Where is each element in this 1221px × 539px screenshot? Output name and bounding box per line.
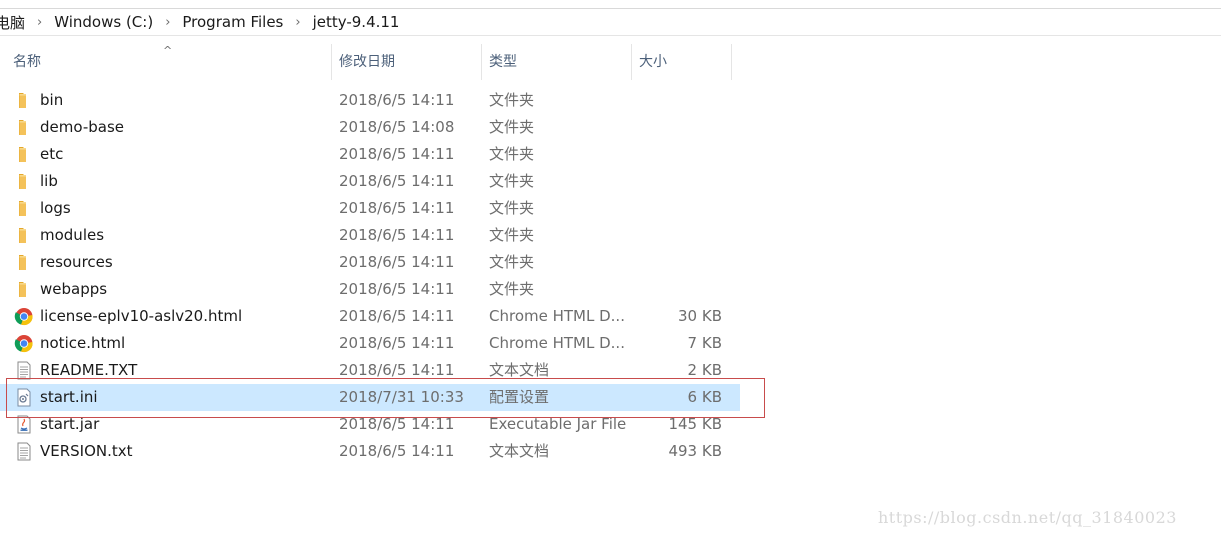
chevron-right-icon[interactable]: ›	[286, 15, 309, 30]
file-name: etc	[40, 145, 64, 163]
folder-icon	[14, 145, 34, 164]
file-modified-date: 2018/6/5 14:11	[339, 253, 455, 271]
folder-icon	[14, 91, 34, 110]
address-bar[interactable]: 电脑 › Windows (C:) › Program Files › jett…	[0, 0, 1221, 36]
folder-icon	[14, 172, 34, 191]
file-modified-date: 2018/6/5 14:11	[339, 334, 455, 352]
breadcrumb: 电脑 › Windows (C:) › Program Files › jett…	[0, 10, 402, 34]
column-divider[interactable]	[731, 44, 732, 80]
file-row[interactable]: resources 2018/6/5 14:11 文件夹	[0, 249, 740, 276]
file-type: 文件夹	[489, 145, 535, 163]
chrome-icon	[14, 334, 34, 353]
chevron-right-icon[interactable]: ›	[156, 15, 179, 30]
column-header-size[interactable]: 大小	[631, 44, 731, 80]
file-row[interactable]: license-eplv10-aslv20.html 2018/6/5 14:11…	[0, 303, 740, 330]
file-modified-date: 2018/6/5 14:11	[339, 280, 455, 298]
file-type: 文件夹	[489, 253, 535, 271]
file-type: 文件夹	[489, 226, 535, 244]
file-modified-date: 2018/6/5 14:11	[339, 145, 455, 163]
watermark: https://blog.csdn.net/qq_31840023	[878, 508, 1177, 527]
file-modified-date: 2018/6/5 14:11	[339, 199, 455, 217]
file-row[interactable]: modules 2018/6/5 14:11 文件夹	[0, 222, 740, 249]
file-name: lib	[40, 172, 58, 190]
breadcrumb-item-program-files[interactable]: Program Files	[179, 13, 286, 31]
file-row[interactable]: VERSION.txt 2018/6/5 14:11 文本文档 493 KB	[0, 438, 740, 465]
file-row[interactable]: lib 2018/6/5 14:11 文件夹	[0, 168, 740, 195]
file-modified-date: 2018/6/5 14:11	[339, 226, 455, 244]
file-size: 493 KB	[668, 442, 722, 460]
file-modified-date: 2018/6/5 14:08	[339, 118, 455, 136]
file-name: webapps	[40, 280, 108, 298]
file-type: 文件夹	[489, 199, 535, 217]
folder-icon	[14, 253, 34, 272]
file-modified-date: 2018/6/5 14:11	[339, 307, 455, 325]
breadcrumb-item-computer[interactable]: 电脑	[0, 12, 28, 33]
highlight-box	[6, 378, 765, 418]
folder-icon	[14, 280, 34, 299]
file-name: license-eplv10-aslv20.html	[40, 307, 243, 325]
chevron-right-icon[interactable]: ›	[28, 15, 51, 30]
column-header-date[interactable]: 修改日期	[331, 44, 481, 80]
file-name: resources	[40, 253, 113, 271]
file-name: demo-base	[40, 118, 124, 136]
file-explorer-window: 电脑 › Windows (C:) › Program Files › jett…	[0, 0, 1221, 539]
folder-icon	[14, 118, 34, 137]
column-header-type[interactable]: 类型	[481, 44, 631, 80]
file-name: modules	[40, 226, 105, 244]
file-size: 30 KB	[678, 307, 722, 325]
chrome-icon	[14, 307, 34, 326]
file-name: logs	[40, 199, 71, 217]
column-header-row: 名称 修改日期 类型 大小	[0, 44, 740, 80]
file-row[interactable]: logs 2018/6/5 14:11 文件夹	[0, 195, 740, 222]
file-row[interactable]: webapps 2018/6/5 14:11 文件夹	[0, 276, 740, 303]
file-name: bin	[40, 91, 64, 109]
file-row[interactable]: etc 2018/6/5 14:11 文件夹	[0, 141, 740, 168]
file-row[interactable]: notice.html 2018/6/5 14:11 Chrome HTML D..…	[0, 330, 740, 357]
file-type: 文件夹	[489, 118, 535, 136]
folder-icon	[14, 199, 34, 218]
breadcrumb-item-drive[interactable]: Windows (C:)	[51, 13, 156, 31]
column-header-name[interactable]: 名称	[5, 44, 331, 80]
text-file-icon	[14, 442, 34, 461]
folder-icon	[14, 226, 34, 245]
file-row[interactable]: demo-base 2018/6/5 14:08 文件夹	[0, 114, 740, 141]
file-modified-date: 2018/6/5 14:11	[339, 91, 455, 109]
file-modified-date: 2018/6/5 14:11	[339, 442, 455, 460]
file-type: 文件夹	[489, 280, 535, 298]
file-type: Chrome HTML D...	[489, 334, 625, 352]
file-row[interactable]: bin 2018/6/5 14:11 文件夹	[0, 87, 740, 114]
file-size: 7 KB	[687, 334, 722, 352]
file-type: 文件夹	[489, 172, 535, 190]
file-name: VERSION.txt	[40, 442, 133, 460]
file-modified-date: 2018/6/5 14:11	[339, 172, 455, 190]
file-type: Chrome HTML D...	[489, 307, 625, 325]
file-name: notice.html	[40, 334, 126, 352]
file-type: 文件夹	[489, 91, 535, 109]
address-bar-border	[0, 8, 1221, 9]
file-type: 文本文档	[489, 442, 550, 460]
breadcrumb-item-jetty[interactable]: jetty-9.4.11	[310, 13, 403, 31]
